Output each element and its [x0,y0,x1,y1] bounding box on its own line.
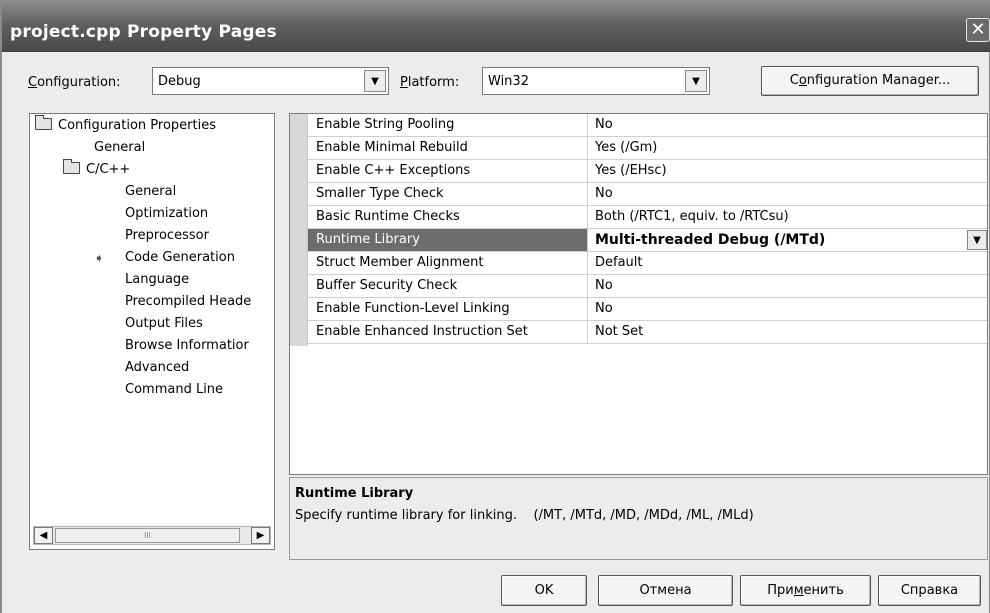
property-name: Struct Member Alignment [308,252,588,274]
property-tree[interactable]: Configuration Properties General C/C++ G… [29,113,275,550]
tree-item-preprocessor[interactable]: Preprocessor [125,228,209,243]
description-title: Runtime Library [295,486,414,501]
configuration-toolbar: Configuration: Debug ▼ Platform: Win32 ▼… [2,66,990,101]
configuration-combo[interactable]: Debug ▼ [152,67,389,95]
folder-open-icon [63,159,80,174]
tree-item-general[interactable]: General [94,140,145,155]
property-name: Enable Minimal Rebuild [308,137,588,159]
chevron-down-icon[interactable]: ▼ [967,230,987,250]
help-button[interactable]: Справка [878,575,981,606]
platform-label: Platform: [400,75,460,90]
property-name: Enable Function-Level Linking [308,298,588,320]
tree-item-cpp-general[interactable]: General [125,184,176,199]
tree-item-browse-information[interactable]: Browse Informatior [125,338,249,353]
property-name: Smaller Type Check [308,183,588,205]
configuration-manager-button[interactable]: Configuration Manager... [761,66,979,96]
configuration-value: Debug [158,74,201,89]
scroll-thumb[interactable]: III [55,528,240,543]
tree-item-configuration-properties[interactable]: Configuration Properties [35,115,216,133]
property-row[interactable]: Enable C++ Exceptions Yes (/EHsc) [308,160,987,183]
description-panel: Runtime Library Specify runtime library … [289,477,988,560]
chevron-down-icon[interactable]: ▼ [364,70,386,92]
property-row[interactable]: Enable Enhanced Instruction Set Not Set [308,321,987,344]
apply-button[interactable]: Применить [740,575,871,606]
property-name: Runtime Library [308,229,588,251]
property-row[interactable]: Enable String Pooling No [308,114,987,137]
property-row[interactable]: Struct Member Alignment Default [308,252,987,275]
property-pages-window: project.cpp Property Pages ✕ Configurati… [0,0,990,613]
property-value: Yes (/Gm) [595,140,658,155]
platform-value: Win32 [488,74,529,89]
property-name: Enable Enhanced Instruction Set [308,321,588,343]
tree-item-precompiled-headers[interactable]: Precompiled Heade [125,294,251,309]
property-value: Not Set [595,324,644,339]
property-value: No [595,301,613,316]
tree-item-advanced[interactable]: Advanced [125,360,189,375]
window-title: project.cpp Property Pages [10,22,277,42]
description-text: Specify runtime library for linking. (/M… [295,508,754,523]
title-bar[interactable]: project.cpp Property Pages ✕ [2,0,990,52]
tree-item-cpp[interactable]: C/C++ [63,159,130,177]
property-row[interactable]: Buffer Security Check No [308,275,987,298]
horizontal-scrollbar[interactable]: ◀ III ▶ [33,526,271,545]
property-value: Default [595,255,643,270]
tree-item-language[interactable]: Language [125,272,189,287]
property-row[interactable]: Enable Function-Level Linking No [308,298,987,321]
grid-gutter [290,114,308,346]
property-value: Both (/RTC1, equiv. to /RTCsu) [595,209,789,224]
property-row[interactable]: Smaller Type Check No [308,183,987,206]
chevron-down-icon[interactable]: ▼ [685,70,707,92]
property-name: Buffer Security Check [308,275,588,297]
scroll-right-icon[interactable]: ▶ [251,527,270,544]
property-row[interactable]: Basic Runtime Checks Both (/RTC1, equiv.… [308,206,987,229]
property-value: No [595,278,613,293]
property-grid[interactable]: Enable String Pooling No Enable Minimal … [289,113,988,475]
property-value-dropdown[interactable]: Multi-threaded Debug (/MTd) ▼ [595,229,987,251]
close-button[interactable]: ✕ [966,18,990,42]
scroll-left-icon[interactable]: ◀ [34,527,53,544]
cancel-button[interactable]: Отмена [598,575,733,606]
property-row[interactable]: Enable Minimal Rebuild Yes (/Gm) [308,137,987,160]
property-name: Enable String Pooling [308,114,588,136]
close-icon: ✕ [970,19,986,40]
platform-combo[interactable]: Win32 ▼ [482,67,710,95]
tree-item-output-files[interactable]: Output Files [125,316,203,331]
configuration-label: Configuration: [28,75,121,90]
arrow-right-icon: ➧ [94,251,105,265]
property-row-selected[interactable]: Runtime Library Multi-threaded Debug (/M… [308,229,987,252]
ok-button[interactable]: OK [501,575,587,606]
tree-item-command-line[interactable]: Command Line [125,382,223,397]
property-value: Yes (/EHsc) [595,163,667,178]
tree-item-optimization[interactable]: Optimization [125,206,208,221]
tree-item-code-generation[interactable]: Code Generation [125,250,235,265]
property-name: Basic Runtime Checks [308,206,588,228]
property-name: Enable C++ Exceptions [308,160,588,182]
folder-open-icon [35,115,52,130]
property-value: No [595,186,613,201]
property-value: No [595,117,613,132]
